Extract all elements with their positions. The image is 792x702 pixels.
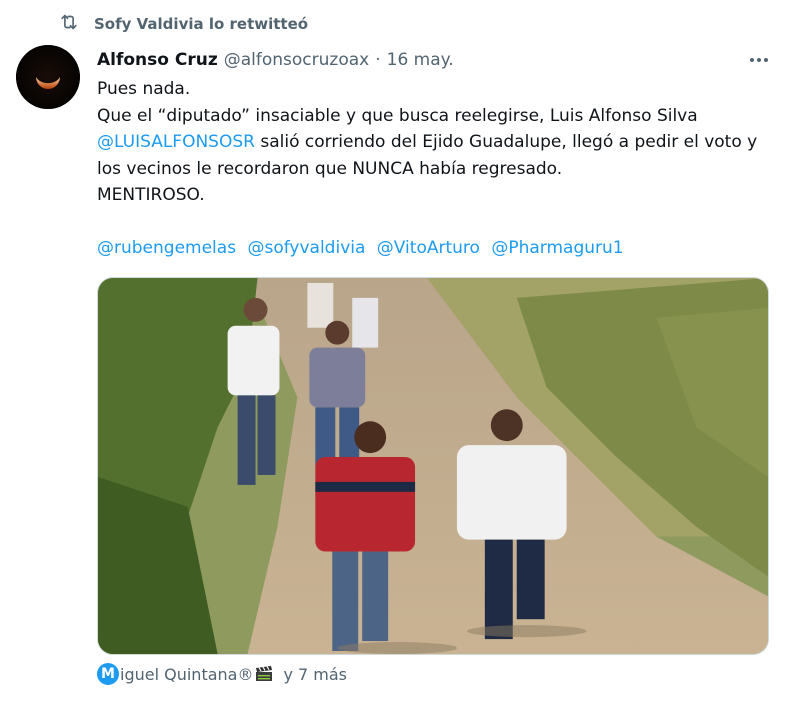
tweet-photo[interactable] <box>97 277 769 655</box>
tweet-date[interactable]: 16 may. <box>387 50 454 70</box>
retweet-label: Sofy Valdivia lo retwitteó <box>94 15 309 33</box>
mention-link-luisalfonsosr[interactable]: @LUISALFONSOSR <box>97 132 255 152</box>
mention-link[interactable]: @Pharmaguru1 <box>491 238 623 258</box>
retweet-context[interactable]: Sofy Valdivia lo retwitteó <box>58 12 308 36</box>
avatar-eclipse-image <box>16 45 80 109</box>
more-icon[interactable] <box>744 48 774 72</box>
tweet-text: Pues nada. Que el “diputado” insaciable … <box>97 76 777 262</box>
photo-men-running-icon <box>98 278 768 654</box>
tweet-text-segment: Que el “diputado” insaciable y que busca… <box>97 105 698 126</box>
tagged-badge: M <box>97 663 119 685</box>
mentions-line: @rubengemelas @sofyvaldivia @VitoArturo … <box>97 235 777 262</box>
tagged-people[interactable]: M iguel Quintana® y 7 más <box>97 660 347 688</box>
tagged-more: y 7 más <box>283 664 348 684</box>
clapperboard-icon <box>255 666 273 682</box>
author-name[interactable]: Alfonso Cruz <box>97 50 218 70</box>
tweet-header: Alfonso Cruz @alfonsocruzoax · 16 may. <box>97 47 454 73</box>
tagged-name: iguel Quintana® <box>120 664 254 684</box>
author-handle[interactable]: @alfonsocruzoax <box>224 50 369 70</box>
mention-link[interactable]: @VitoArturo <box>377 238 480 258</box>
tweet-line-1: Pues nada. <box>97 79 191 99</box>
header-separator: · <box>375 50 381 70</box>
retweet-icon <box>58 11 80 37</box>
mention-link[interactable]: @rubengemelas <box>97 238 236 258</box>
tweet-paragraph-2: Que el “diputado” insaciable y que busca… <box>97 103 777 183</box>
mention-link[interactable]: @sofyvaldivia <box>247 238 365 258</box>
tweet-line-3: MENTIROSO. <box>97 185 205 205</box>
avatar[interactable] <box>16 45 80 109</box>
